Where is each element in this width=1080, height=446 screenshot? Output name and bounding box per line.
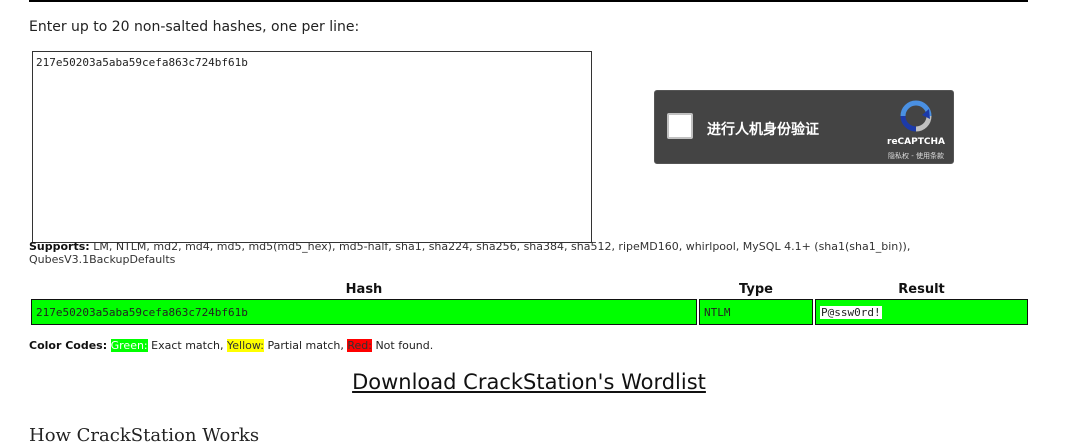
column-header-result: Result: [898, 281, 945, 297]
recaptcha-brand: reCAPTCHA: [887, 137, 945, 147]
yellow-swatch: Yellow:: [227, 339, 264, 352]
red-description: Not found.: [375, 339, 434, 352]
column-header-hash: Hash: [345, 281, 383, 297]
result-hash-cell: 217e50203a5aba59cefa863c724bf61b: [31, 299, 697, 325]
green-swatch: Green:: [110, 339, 148, 352]
color-codes-legend: Color Codes: Green: Exact match, Yellow:…: [29, 339, 433, 352]
green-description: Exact match,: [151, 339, 224, 352]
recaptcha-terms-link[interactable]: 隐私权 - 使用条款: [877, 151, 955, 161]
cracked-password: P@ssw0rd!: [820, 305, 882, 319]
table-row: 217e50203a5aba59cefa863c724bf61b NTLM P@…: [31, 299, 1028, 325]
download-wordlist-link[interactable]: Download CrackStation's Wordlist: [0, 370, 1058, 394]
results-header-row: Hash Type Result: [31, 281, 1028, 297]
how-it-works-heading: How CrackStation Works: [29, 425, 260, 446]
red-swatch: Red:: [347, 339, 372, 352]
supports-list: LM, NTLM, md2, md4, md5, md5(md5_hex), m…: [29, 240, 911, 266]
supported-hash-types: Supports: LM, NTLM, md2, md4, md5, md5(m…: [29, 240, 929, 266]
recaptcha-checkbox[interactable]: [667, 113, 693, 139]
hash-input-textarea[interactable]: 217e50203a5aba59cefa863c724bf61b: [32, 51, 592, 243]
supports-heading: Supports:: [29, 240, 90, 253]
results-table: Hash Type Result 217e50203a5aba59cefa863…: [29, 279, 1030, 327]
color-codes-heading: Color Codes:: [29, 339, 108, 352]
hash-input-prompt: Enter up to 20 non-salted hashes, one pe…: [29, 19, 360, 35]
recaptcha-logo-icon: [900, 100, 932, 132]
top-divider: [29, 0, 1028, 2]
result-result-cell: P@ssw0rd!: [815, 299, 1028, 325]
column-header-type: Type: [739, 281, 773, 297]
recaptcha-label: 进行人机身份验证: [707, 122, 819, 138]
result-type-cell: NTLM: [699, 299, 813, 325]
recaptcha-widget: 进行人机身份验证 reCAPTCHA 隐私权 - 使用条款: [654, 90, 954, 164]
yellow-description: Partial match,: [267, 339, 344, 352]
